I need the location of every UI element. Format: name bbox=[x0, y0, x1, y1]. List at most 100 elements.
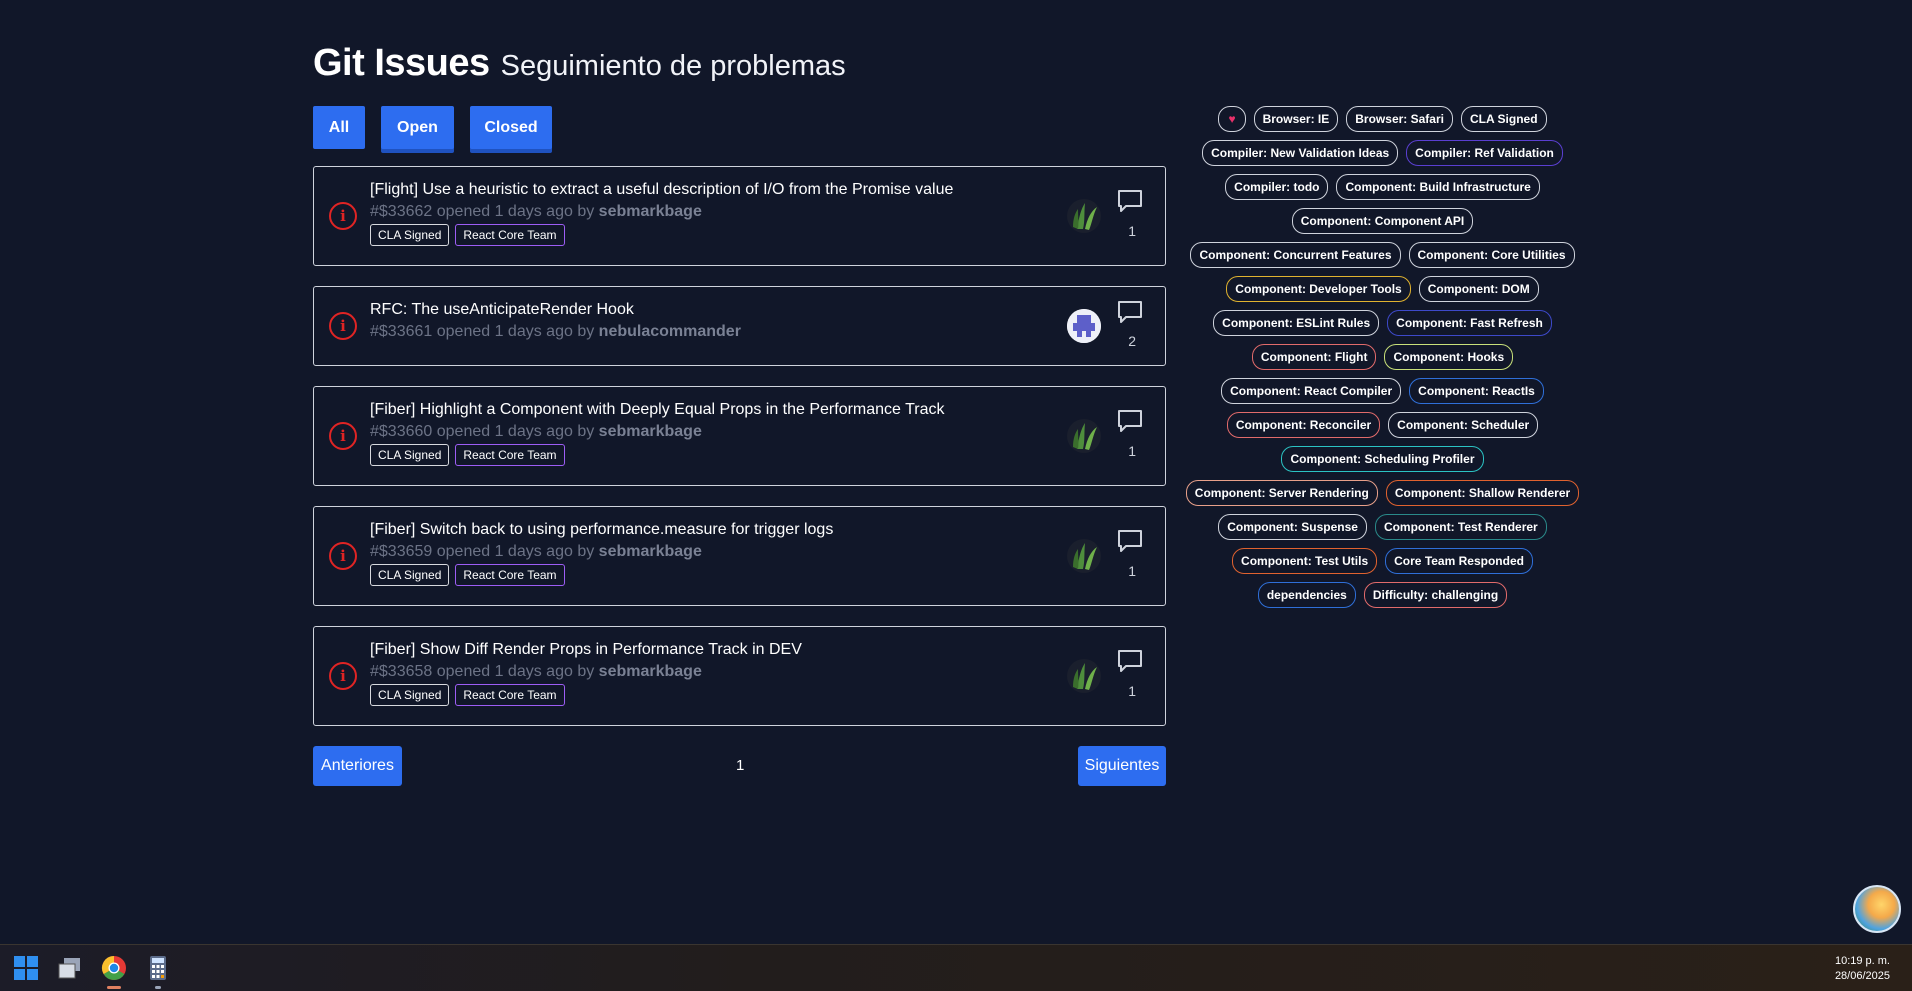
label-tag[interactable]: Component: ESLint Rules bbox=[1213, 310, 1380, 336]
issue-opened: opened 1 days ago by bbox=[436, 423, 595, 440]
comment-icon[interactable] bbox=[1117, 649, 1143, 673]
issue-opened: opened 1 days ago by bbox=[436, 323, 595, 340]
comment-icon[interactable] bbox=[1117, 300, 1143, 324]
comment-count: 2 bbox=[1128, 333, 1136, 349]
issue-card[interactable]: i [Flight] Use a heuristic to extract a … bbox=[313, 166, 1166, 266]
issue-author[interactable]: sebmarkbage bbox=[599, 203, 702, 220]
avatar[interactable] bbox=[1067, 309, 1101, 343]
issue-card[interactable]: i [Fiber] Highlight a Component with Dee… bbox=[313, 386, 1166, 486]
issue-opened: opened 1 days ago by bbox=[436, 203, 595, 220]
task-view-icon[interactable] bbox=[56, 954, 84, 982]
issue-labels: CLA Signed React Core Team bbox=[370, 444, 945, 466]
avatar[interactable] bbox=[1067, 539, 1101, 573]
label-tag[interactable]: CLA Signed bbox=[1460, 106, 1547, 132]
issue-card[interactable]: i RFC: The useAnticipateRender Hook #$33… bbox=[313, 286, 1166, 366]
label-tag[interactable]: Component: Component API bbox=[1291, 208, 1474, 234]
label-filter-list: ♥ Browser: IE Browser: Safari CLA Signed Com… bbox=[1185, 106, 1580, 608]
label-tag[interactable]: Component: Concurrent Features bbox=[1190, 242, 1401, 268]
label-tag[interactable]: Component: Test Utils bbox=[1232, 548, 1378, 574]
comment-icon[interactable] bbox=[1117, 189, 1143, 213]
label-tag[interactable]: Component: Scheduler bbox=[1388, 412, 1539, 438]
clock-time: 10:19 p. m. bbox=[1834, 955, 1890, 967]
clock-date: 28/06/2025 bbox=[1834, 970, 1890, 982]
avatar[interactable] bbox=[1067, 199, 1101, 233]
label-tag[interactable]: Component: Core Utilities bbox=[1408, 242, 1575, 268]
filter-closed-button[interactable]: Closed bbox=[470, 106, 552, 149]
issue-author[interactable]: sebmarkbage bbox=[599, 423, 702, 440]
active-app-indicator bbox=[107, 986, 121, 989]
label-tag[interactable]: Component: DOM bbox=[1418, 276, 1539, 302]
comment-count: 1 bbox=[1128, 683, 1136, 699]
filter-open-button[interactable]: Open bbox=[381, 106, 454, 149]
issue-number: #$33660 bbox=[370, 423, 433, 440]
label-cla-signed[interactable]: CLA Signed bbox=[370, 564, 450, 586]
label-heart-tag[interactable]: ♥ bbox=[1218, 106, 1246, 132]
filter-all-button[interactable]: All bbox=[313, 106, 365, 149]
next-page-button[interactable]: Siguientes bbox=[1078, 746, 1166, 786]
label-tag[interactable]: Component: Server Rendering bbox=[1185, 480, 1378, 506]
issue-meta: #$33659 opened 1 days ago by sebmarkbage bbox=[370, 543, 833, 561]
label-tag[interactable]: Component: Reconciler bbox=[1226, 412, 1381, 438]
label-tag[interactable]: Component: Shallow Renderer bbox=[1385, 480, 1580, 506]
issue-title[interactable]: [Fiber] Highlight a Component with Deepl… bbox=[370, 401, 945, 419]
system-clock[interactable]: 10:19 p. m. 28/06/2025 bbox=[1835, 954, 1890, 984]
label-tag[interactable]: Component: React Compiler bbox=[1221, 378, 1402, 404]
label-tag[interactable]: Difficulty: challenging bbox=[1363, 582, 1508, 608]
issue-card[interactable]: i [Fiber] Show Diff Render Props in Perf… bbox=[313, 626, 1166, 726]
issue-labels: CLA Signed React Core Team bbox=[370, 684, 802, 706]
label-tag[interactable]: Component: Flight bbox=[1251, 344, 1377, 370]
label-cla-signed[interactable]: CLA Signed bbox=[370, 444, 450, 466]
label-tag[interactable]: Component: Test Renderer bbox=[1374, 514, 1547, 540]
label-tag[interactable]: Browser: Safari bbox=[1346, 106, 1453, 132]
label-tag[interactable]: Component: Suspense bbox=[1218, 514, 1367, 540]
taskbar: 10:19 p. m. 28/06/2025 bbox=[0, 944, 1912, 991]
label-react-core-team[interactable]: React Core Team bbox=[455, 224, 565, 246]
label-react-core-team[interactable]: React Core Team bbox=[455, 684, 565, 706]
avatar[interactable] bbox=[1067, 419, 1101, 453]
issue-author[interactable]: sebmarkbage bbox=[599, 543, 702, 560]
issue-open-icon: i bbox=[329, 422, 357, 450]
label-tag[interactable]: Browser: IE bbox=[1253, 106, 1339, 132]
previous-page-button[interactable]: Anteriores bbox=[313, 746, 402, 786]
issue-title[interactable]: [Flight] Use a heuristic to extract a us… bbox=[370, 181, 953, 199]
label-react-core-team[interactable]: React Core Team bbox=[455, 444, 565, 466]
label-cla-signed[interactable]: CLA Signed bbox=[370, 684, 450, 706]
label-tag[interactable]: Component: ReactIs bbox=[1409, 378, 1544, 404]
label-tag[interactable]: Component: Fast Refresh bbox=[1387, 310, 1552, 336]
label-cla-signed[interactable]: CLA Signed bbox=[370, 224, 450, 246]
issue-title[interactable]: RFC: The useAnticipateRender Hook bbox=[370, 301, 741, 319]
label-react-core-team[interactable]: React Core Team bbox=[455, 564, 565, 586]
issue-number: #$33661 bbox=[370, 323, 433, 340]
avatar[interactable] bbox=[1067, 659, 1101, 693]
label-tag[interactable]: Core Team Responded bbox=[1385, 548, 1533, 574]
label-tag[interactable]: Component: Scheduling Profiler bbox=[1281, 446, 1484, 472]
comment-icon[interactable] bbox=[1117, 529, 1143, 553]
issue-card[interactable]: i [Fiber] Switch back to using performan… bbox=[313, 506, 1166, 606]
chrome-icon[interactable] bbox=[100, 954, 128, 982]
open-app-indicator bbox=[155, 986, 161, 989]
issue-author[interactable]: nebulacommander bbox=[599, 323, 741, 340]
windows-start-icon[interactable] bbox=[12, 954, 40, 982]
issue-open-icon: i bbox=[329, 202, 357, 230]
issue-title[interactable]: [Fiber] Show Diff Render Props in Perfor… bbox=[370, 641, 802, 659]
issue-title[interactable]: [Fiber] Switch back to using performance… bbox=[370, 521, 833, 539]
issue-meta: #$33658 opened 1 days ago by sebmarkbage bbox=[370, 663, 802, 681]
floating-avatar-button[interactable] bbox=[1853, 885, 1901, 933]
issue-opened: opened 1 days ago by bbox=[436, 543, 595, 560]
issue-number: #$33659 bbox=[370, 543, 433, 560]
calculator-icon[interactable] bbox=[144, 954, 172, 982]
label-tag[interactable]: Component: Build Infrastructure bbox=[1336, 174, 1540, 200]
label-tag[interactable]: Compiler: New Validation Ideas bbox=[1202, 140, 1399, 166]
page-title: Git Issues bbox=[313, 42, 490, 84]
current-page-number: 1 bbox=[736, 757, 745, 774]
label-tag[interactable]: Compiler: todo bbox=[1225, 174, 1329, 200]
label-tag[interactable]: Compiler: Ref Validation bbox=[1406, 140, 1563, 166]
filter-bar: All Open Closed bbox=[313, 106, 568, 149]
label-tag[interactable]: dependencies bbox=[1257, 582, 1356, 608]
issue-meta: #$33662 opened 1 days ago by sebmarkbage bbox=[370, 203, 953, 221]
comment-count: 1 bbox=[1128, 563, 1136, 579]
issue-author[interactable]: sebmarkbage bbox=[599, 663, 702, 680]
label-tag[interactable]: Component: Developer Tools bbox=[1226, 276, 1411, 302]
comment-icon[interactable] bbox=[1117, 409, 1143, 433]
label-tag[interactable]: Component: Hooks bbox=[1384, 344, 1514, 370]
